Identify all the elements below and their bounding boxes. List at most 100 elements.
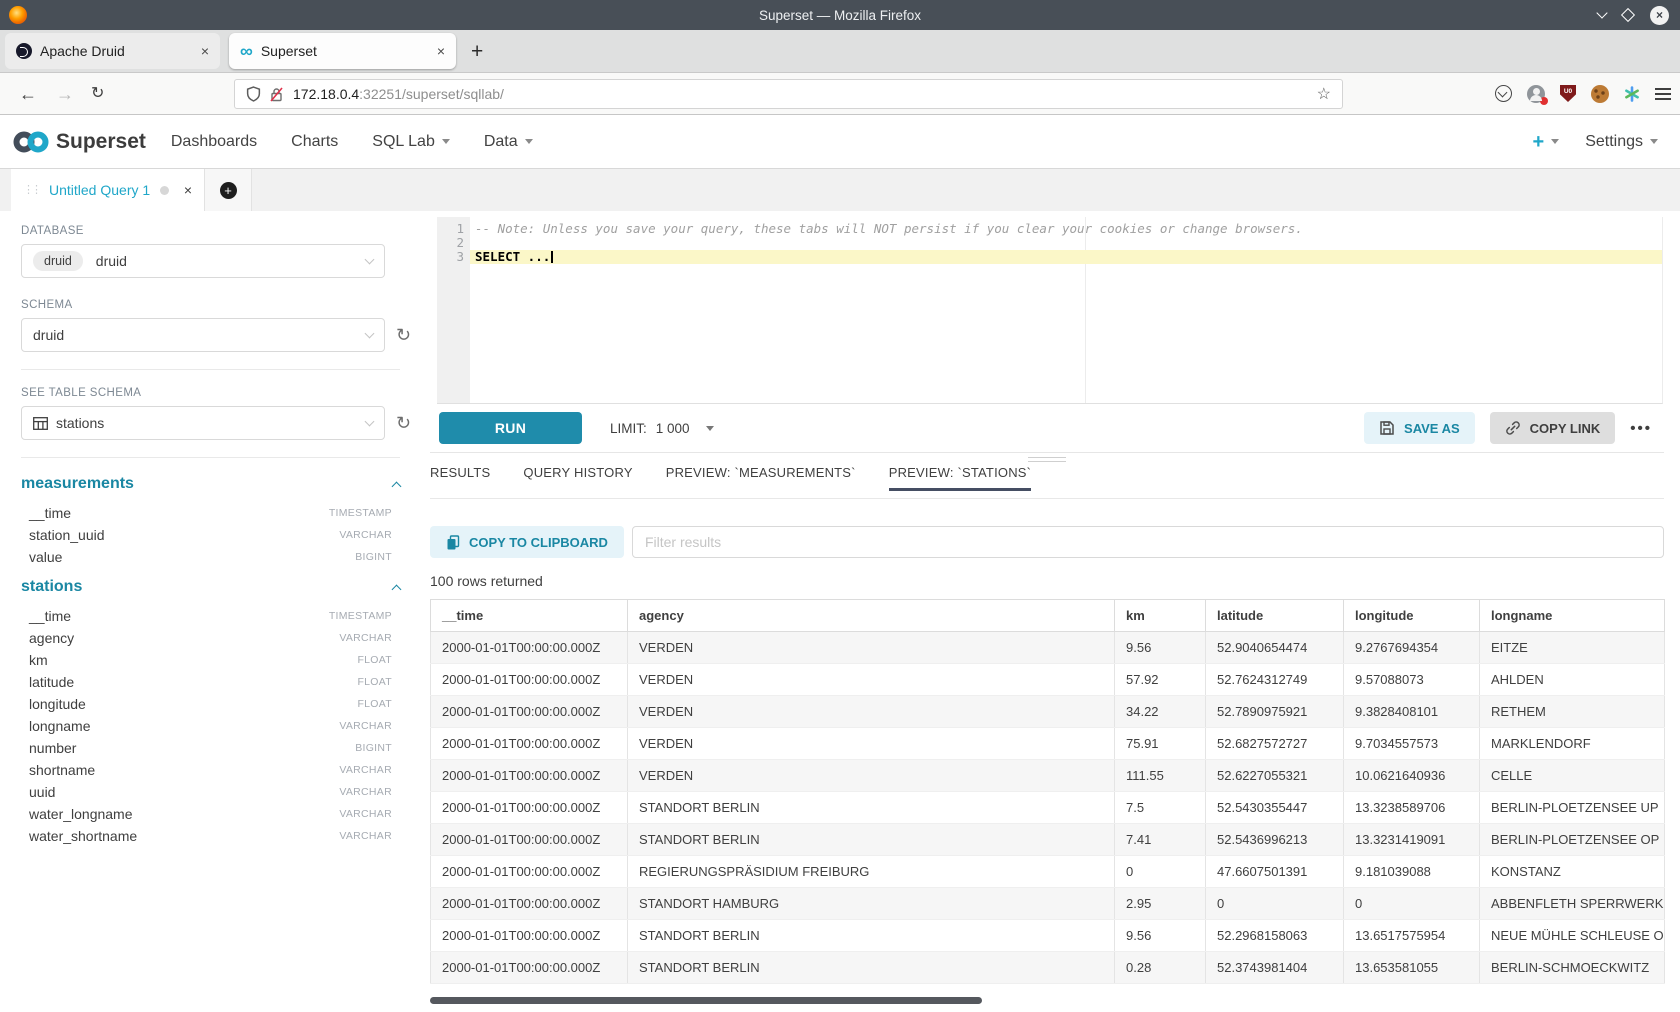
schema-table-name: measurements: [21, 475, 134, 493]
field-type: TIMESTAMP: [329, 507, 392, 519]
table-select[interactable]: stations: [21, 406, 385, 440]
schema-value: druid: [33, 327, 64, 343]
extension-asterisk-icon[interactable]: [1624, 86, 1640, 102]
unsaved-indicator-dot: [160, 186, 169, 195]
superset-logo[interactable]: [11, 128, 51, 156]
brand-name[interactable]: Superset: [56, 130, 146, 154]
table-cell: 52.7624312749: [1206, 664, 1344, 696]
table-cell: VERDEN: [628, 728, 1115, 760]
browser-tab-apache-druid[interactable]: Apache Druid ×: [5, 33, 220, 69]
table-cell: 52.5436996213: [1206, 824, 1344, 856]
divider: [21, 457, 400, 458]
field-type: FLOAT: [357, 676, 392, 688]
spacer: [21, 568, 429, 575]
column-header-km[interactable]: km: [1115, 600, 1206, 632]
close-query-tab-icon[interactable]: ×: [184, 182, 192, 198]
refresh-schema-icon[interactable]: ↻: [396, 326, 411, 344]
field-type: VARCHAR: [339, 830, 392, 842]
back-button[interactable]: ←: [19, 85, 37, 103]
chevron-down-icon: [1650, 139, 1658, 144]
copy-link-button[interactable]: COPY LINK: [1490, 412, 1616, 444]
limit-value: 1 000: [656, 421, 690, 436]
browser-tabstrip: Apache Druid × ∞ Superset × +: [0, 30, 1680, 73]
nav-item-data[interactable]: Data: [484, 133, 533, 151]
ublock-icon[interactable]: U0: [1560, 85, 1576, 102]
close-tab-icon[interactable]: ×: [201, 43, 209, 59]
field-type: VARCHAR: [339, 632, 392, 644]
limit-dropdown[interactable]: LIMIT: 1 000: [610, 421, 714, 436]
cookie-extension-icon[interactable]: [1591, 85, 1609, 103]
save-as-button[interactable]: SAVE AS: [1364, 412, 1475, 444]
refresh-tables-icon[interactable]: ↻: [396, 414, 411, 432]
resize-handle[interactable]: [1028, 457, 1066, 465]
nav-item-dashboards[interactable]: Dashboards: [171, 133, 257, 151]
table-cell: 9.181039088: [1344, 856, 1480, 888]
database-select[interactable]: druid druid: [21, 244, 385, 278]
field-name: km: [29, 652, 48, 668]
browser-toolbar: ← → ↻ 172.18.0.4 :32251/superset/sqllab/…: [0, 73, 1680, 115]
account-icon[interactable]: [1527, 85, 1545, 103]
column-header-longitude[interactable]: longitude: [1344, 600, 1480, 632]
schema-field-row: longnameVARCHAR: [21, 715, 392, 737]
filter-results-input[interactable]: [632, 526, 1664, 558]
nav-item-charts[interactable]: Charts: [291, 133, 338, 151]
column-header-longname[interactable]: longname: [1480, 600, 1665, 632]
results-tab-2[interactable]: QUERY HISTORY: [523, 465, 632, 490]
schema-field-row: uuidVARCHAR: [21, 781, 392, 803]
field-name: __time: [29, 505, 71, 521]
nav-item-sql-lab[interactable]: SQL Lab: [372, 133, 450, 151]
column-header-__time[interactable]: __time: [431, 600, 628, 632]
schema-field-row: water_shortnameVARCHAR: [21, 825, 392, 847]
editor-code-area[interactable]: -- Note: Unless you save your query, the…: [470, 217, 1662, 403]
run-button[interactable]: RUN: [439, 412, 582, 444]
window-close-icon[interactable]: ×: [1650, 6, 1669, 25]
table-row: 2000-01-01T00:00:00.000ZSTANDORT BERLIN7…: [431, 792, 1665, 824]
bookmark-star-icon[interactable]: ☆: [1317, 84, 1331, 104]
schema-table-measurements[interactable]: measurements: [21, 475, 400, 493]
close-tab-icon[interactable]: ×: [437, 43, 445, 59]
table-cell: CELLE: [1480, 760, 1665, 792]
table-cell: 0: [1115, 856, 1206, 888]
hamburger-menu-icon[interactable]: [1655, 88, 1671, 100]
table-cell: 111.55: [1115, 760, 1206, 792]
table-cell: VERDEN: [628, 664, 1115, 696]
limit-label: LIMIT:: [610, 421, 647, 436]
schema-table-stations[interactable]: stations: [21, 578, 400, 596]
results-tab-1[interactable]: RESULTS: [430, 465, 490, 490]
table-cell: 0.28: [1115, 952, 1206, 984]
results-tab-4[interactable]: PREVIEW: `STATIONS`: [889, 465, 1031, 490]
table-cell: 57.92: [1115, 664, 1206, 696]
url-host: 172.18.0.4: [293, 86, 359, 102]
query-tab-untitled-query-1[interactable]: ⋮⋮ Untitled Query 1 ×: [11, 169, 204, 211]
new-item-button[interactable]: +: [1533, 132, 1560, 152]
schema-select[interactable]: druid: [21, 318, 385, 352]
pocket-icon[interactable]: [1495, 85, 1512, 102]
save-as-label: SAVE AS: [1404, 421, 1460, 436]
text-cursor: [551, 251, 553, 263]
shield-icon[interactable]: [246, 86, 261, 102]
copy-to-clipboard-button[interactable]: COPY TO CLIPBOARD: [430, 526, 624, 558]
browser-tab-superset[interactable]: ∞ Superset ×: [229, 33, 456, 69]
window-maximize-icon[interactable]: [1621, 8, 1635, 22]
editor-comment-line: -- Note: Unless you save your query, the…: [470, 222, 1662, 236]
add-query-tab-button[interactable]: +: [204, 169, 252, 211]
browser-tab-title: Apache Druid: [40, 43, 125, 59]
schema-field-row: kmFLOAT: [21, 649, 392, 671]
insecure-lock-icon[interactable]: [269, 87, 284, 102]
forward-button[interactable]: →: [56, 85, 74, 103]
reload-button[interactable]: ↻: [91, 86, 104, 102]
column-header-latitude[interactable]: latitude: [1206, 600, 1344, 632]
nav-item-label: Data: [484, 133, 518, 151]
table-cell: 7.41: [1115, 824, 1206, 856]
new-tab-button[interactable]: +: [471, 41, 483, 62]
window-minimize-icon[interactable]: [1596, 7, 1607, 18]
table-cell: 2000-01-01T00:00:00.000Z: [431, 856, 628, 888]
column-header-agency[interactable]: agency: [628, 600, 1115, 632]
sql-editor[interactable]: 123 -- Note: Unless you save your query,…: [437, 217, 1663, 404]
more-options-icon[interactable]: •••: [1630, 420, 1652, 437]
scrollbar-thumb[interactable]: [430, 997, 982, 1004]
settings-menu[interactable]: Settings: [1585, 133, 1658, 151]
results-tab-3[interactable]: PREVIEW: `MEASUREMENTS`: [666, 465, 856, 490]
drag-grip-icon[interactable]: ⋮⋮: [23, 185, 39, 196]
url-bar[interactable]: 172.18.0.4 :32251/superset/sqllab/ ☆: [234, 79, 1343, 109]
